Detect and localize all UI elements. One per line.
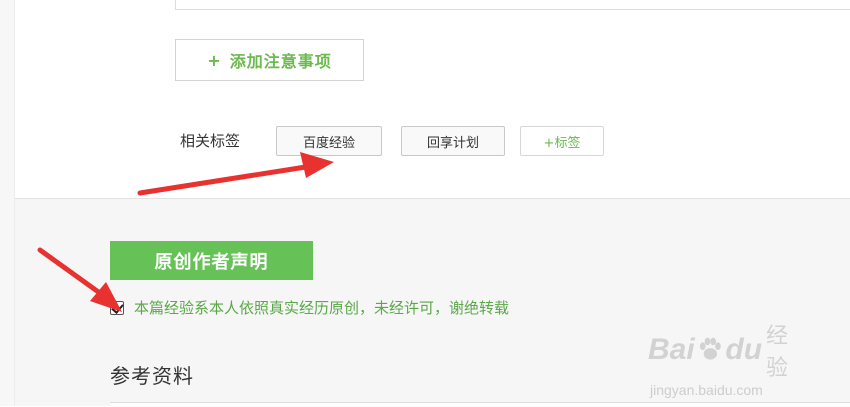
add-note-button[interactable]: + 添加注意事项	[175, 39, 364, 81]
add-tag-button[interactable]: +标签	[520, 126, 604, 156]
references-title: 参考资料	[110, 364, 194, 388]
tags-label: 相关标签	[180, 132, 241, 150]
tag-huixiang-plan[interactable]: 回享计划	[401, 126, 505, 156]
add-note-label: 添加注意事项	[229, 52, 332, 71]
original-declaration-banner: 原创作者声明	[110, 241, 313, 280]
editor-top-panel	[0, 0, 850, 199]
declaration-checkbox[interactable]	[110, 300, 124, 315]
declaration-text: 本篇经验系本人依照真实经历原创，未经许可，谢绝转载	[134, 299, 510, 317]
tag-baidu-jingyan[interactable]: 百度经验	[276, 126, 382, 156]
left-gutter	[0, 0, 15, 406]
declaration-row[interactable]: 本篇经验系本人依照真实经历原创，未经许可，谢绝转载	[110, 297, 509, 318]
plus-icon: +	[207, 50, 222, 70]
step-text-box[interactable]	[175, 0, 850, 10]
references-input[interactable]	[110, 402, 850, 407]
